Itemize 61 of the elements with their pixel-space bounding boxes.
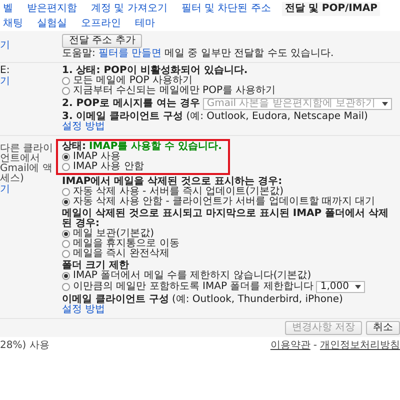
option-label: 자동 삭제 사용 - 서버를 즉시 업데이트(기본값) [73, 187, 284, 197]
add-forwarding-address-button[interactable]: 전달 주소 추가 [62, 34, 142, 48]
dropdown-caret-icon [382, 102, 388, 106]
radio-button[interactable] [62, 230, 70, 238]
settings-tab[interactable]: 테마 [132, 17, 158, 31]
option-label: IMAP 사용 [73, 152, 121, 162]
radio-button[interactable] [62, 188, 70, 196]
client-config-label: 이메일 클라이언트 구성 [62, 295, 169, 305]
radio-button[interactable] [62, 250, 70, 258]
settings-tab[interactable]: 실험실 [34, 17, 70, 31]
count-select[interactable]: 1,000 [316, 281, 365, 293]
footer-link[interactable]: 이용약관 [270, 341, 310, 351]
separator: - [313, 341, 317, 351]
option-label: IMAP 폴더에서 메일 수를 제한하지 않습니다(기본값) [73, 271, 312, 281]
radio-button[interactable] [62, 153, 70, 161]
radio-button[interactable] [62, 272, 70, 280]
settings-tab[interactable]: 벨 [0, 2, 16, 16]
radio-button[interactable] [62, 240, 70, 248]
create-filter-link[interactable]: 필터를 만들면 [98, 49, 162, 59]
action-button[interactable]: 취소 [366, 321, 400, 335]
option-label: 메일을 즉시 완전삭제 [73, 249, 170, 259]
option-label: 지금부터 수신되는 메일에만 POP를 사용하기 [73, 86, 276, 96]
setup-instructions-link[interactable]: 설정 방법 [62, 305, 106, 315]
imap-status: IMAP를 사용할 수 있습니다. [89, 142, 222, 152]
footer-link[interactable]: 개인정보처리방침 [320, 341, 400, 351]
group-title: IMAP에서 메일을 삭제된 것으로 표시하는 경우: [62, 177, 282, 187]
learn-more-link[interactable]: 기 [0, 77, 10, 87]
imap-note: 다른 클라이언트에서 Gmail에 액세스) [0, 144, 54, 184]
learn-more-link[interactable]: 기 [0, 185, 10, 195]
radio-button[interactable] [62, 163, 70, 171]
dropdown-caret-icon [354, 285, 361, 289]
client-config-label: 3. 이메일 클라이언트 구성 [62, 112, 184, 122]
option-label: 모든 메일에 POP 사용하기 [73, 76, 192, 86]
imap-status-label: 상태: [62, 142, 86, 152]
settings-tab[interactable]: 채팅 [0, 17, 26, 31]
pop-status: 1. 상태: POP이 비활성화되어 있습니다. [62, 66, 248, 76]
radio-button[interactable] [62, 283, 70, 291]
client-examples: (예: Outlook, Thunderbird, iPhone) [172, 295, 343, 305]
radio-button[interactable] [62, 77, 70, 85]
settings-tab[interactable]: 전달 및 POP/IMAP [282, 2, 380, 16]
radio-button[interactable] [62, 87, 70, 95]
help-text: 메일 중 일부만 전달할 수도 있습니다. [164, 49, 334, 59]
option-label: 자동 삭제 사용 안함 - 클라이언트가 서버를 업데이트할 때까지 대기 [73, 197, 376, 207]
setup-instructions-link[interactable]: 설정 방법 [62, 122, 106, 132]
client-examples: (예: Outlook, Eudora, Netscape Mail) [186, 112, 368, 122]
group-title: 메일이 삭제된 것으로 표시되고 마지막으로 표시된 IMAP 폴더에서 삭제된 경우: [62, 209, 390, 229]
settings-tab[interactable]: 오프라인 [78, 17, 124, 31]
help-label: 도움말: [62, 49, 96, 59]
pop-open-label: 2. POP로 메시지를 여는 경우 [62, 99, 200, 109]
option-label: 메일 보관(기본값) [73, 229, 154, 239]
settings-tab[interactable]: 받은편지함 [24, 2, 80, 16]
option-label: 이만큼의 메일만 포함하도록 IMAP 폴더를 제한합니다 [73, 282, 314, 292]
group-title: 폴더 크기 제한 [62, 261, 129, 271]
section-label: E: [0, 66, 10, 76]
storage-usage: 28%) 사용 [0, 341, 50, 351]
option-label: 메일을 휴지통으로 이동 [73, 239, 180, 249]
radio-button[interactable] [62, 198, 70, 206]
settings-tab[interactable]: 필터 및 차단된 주소 [178, 2, 274, 16]
learn-more-link[interactable]: 기 [0, 41, 10, 51]
settings-tab[interactable]: 계정 및 가져오기 [88, 2, 170, 16]
option-label: IMAP 사용 안함 [73, 162, 144, 172]
